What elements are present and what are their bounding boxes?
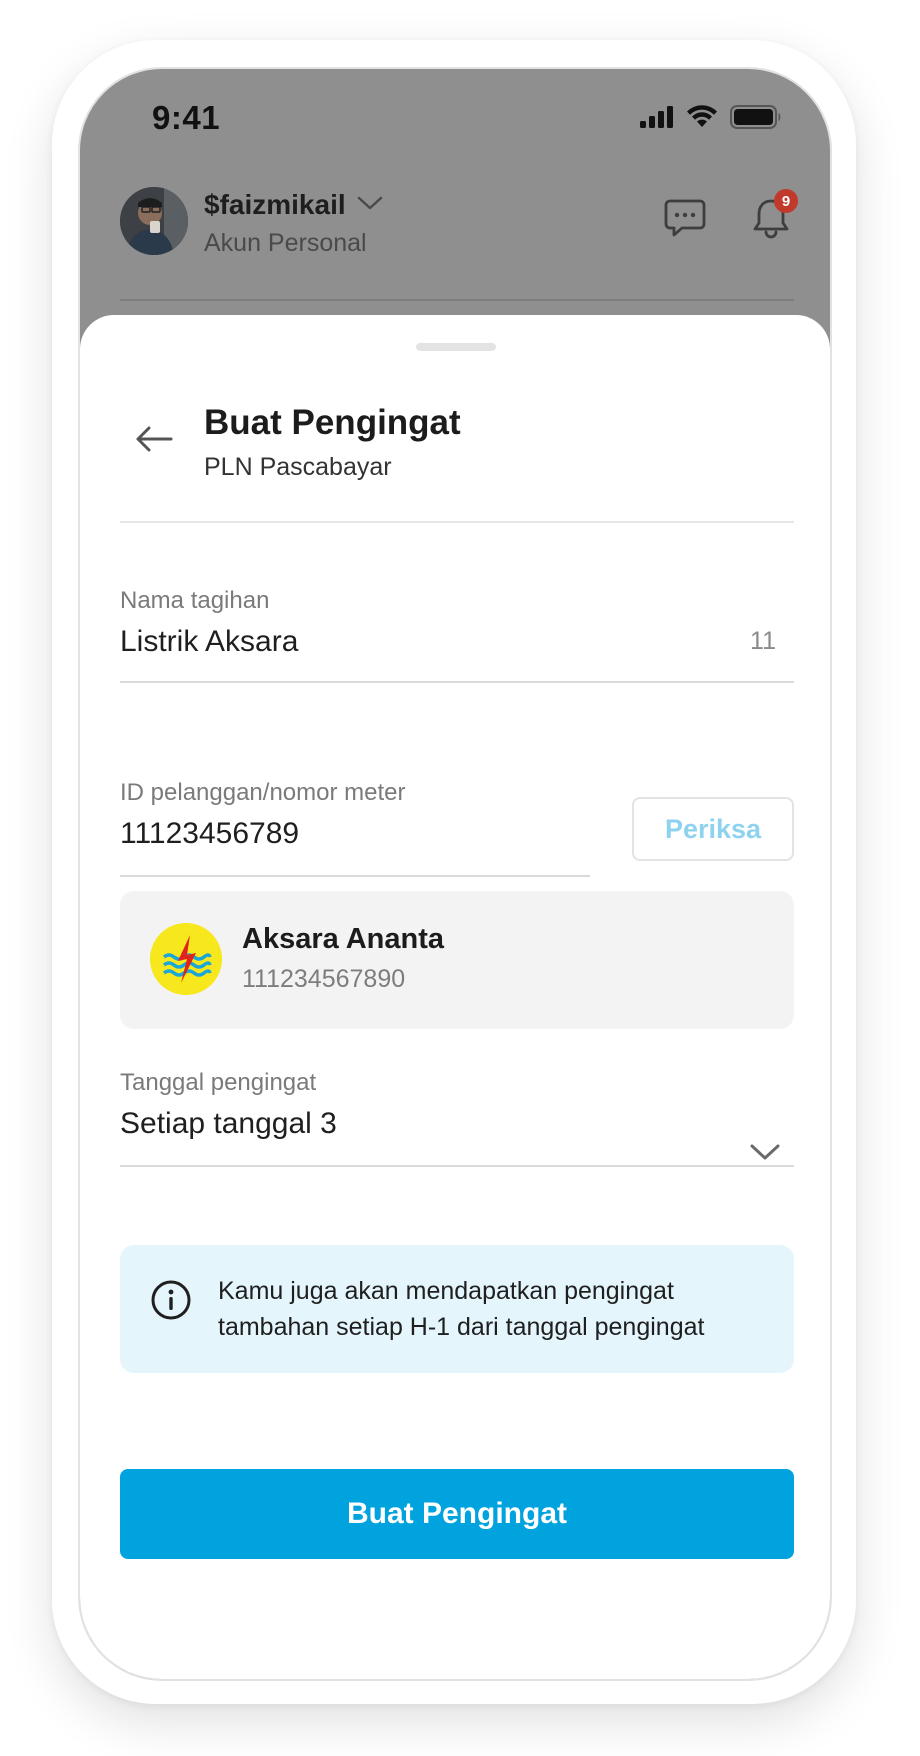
customer-id-underline [120, 875, 590, 877]
status-time: 9:41 [152, 99, 221, 136]
back-button[interactable] [132, 419, 176, 463]
page-title: Buat Pengingat [204, 403, 461, 442]
notification-button[interactable]: 9 [748, 189, 798, 243]
char-counter: 11 [750, 627, 776, 655]
bill-name-label: Nama tagihan [120, 587, 270, 614]
account-switcher[interactable]: $faizmikail [204, 189, 384, 221]
chat-button[interactable] [662, 197, 708, 243]
notification-badge: 9 [774, 189, 798, 213]
reminder-date-underline [120, 1165, 794, 1167]
sheet-header: Buat Pengingat PLN Pascabayar [120, 403, 794, 503]
info-text-line-2: tambahan setiap H-1 dari tanggal penging… [218, 1313, 705, 1341]
reminder-date-select[interactable]: Setiap tanggal 3 [120, 1107, 337, 1141]
info-text: Kamu juga akan mendapatkan pengingat tam… [218, 1273, 778, 1345]
username: $faizmikail [204, 189, 346, 220]
cellular-signal-icon [640, 106, 674, 128]
info-text-line-1: Kamu juga akan mendapatkan pengingat [218, 1277, 674, 1305]
phone-screen: 9:41 $faizmikail Akun Personal 9 Buat Pe… [78, 67, 832, 1681]
battery-icon [730, 105, 782, 129]
page-subtitle: PLN Pascabayar [204, 453, 392, 481]
status-bar: 9:41 [80, 69, 830, 159]
chat-icon [664, 198, 706, 243]
chevron-down-icon [356, 194, 384, 217]
status-icons [640, 105, 782, 129]
customer-number: 111234567890 [242, 965, 406, 993]
customer-id-label: ID pelanggan/nomor meter [120, 779, 406, 806]
reminder-date-label: Tanggal pengingat [120, 1069, 317, 1096]
wifi-icon [686, 105, 718, 129]
drag-handle[interactable] [416, 343, 496, 351]
header-actions: 9 [662, 189, 798, 243]
arrow-left-icon [134, 425, 174, 458]
customer-id-input[interactable]: 11123456789 [120, 817, 299, 851]
check-button[interactable]: Periksa [632, 797, 794, 861]
app-header: $faizmikail Akun Personal 9 [120, 187, 798, 297]
header-divider [120, 299, 794, 301]
customer-info-card: Aksara Ananta 111234567890 [120, 891, 794, 1029]
pln-logo-icon [150, 923, 222, 995]
bill-name-input[interactable]: Listrik Aksara [120, 625, 298, 659]
avatar[interactable] [120, 187, 188, 255]
create-reminder-button[interactable]: Buat Pengingat [120, 1469, 794, 1559]
info-banner: Kamu juga akan mendapatkan pengingat tam… [120, 1245, 794, 1373]
reminder-bottom-sheet: Buat Pengingat PLN Pascabayar Nama tagih… [80, 315, 830, 1679]
info-icon [150, 1279, 192, 1321]
bill-name-underline [120, 681, 794, 683]
customer-name: Aksara Ananta [242, 923, 445, 955]
account-type: Akun Personal [204, 229, 367, 257]
sheet-divider [120, 521, 794, 523]
chevron-down-icon[interactable] [748, 1141, 782, 1163]
